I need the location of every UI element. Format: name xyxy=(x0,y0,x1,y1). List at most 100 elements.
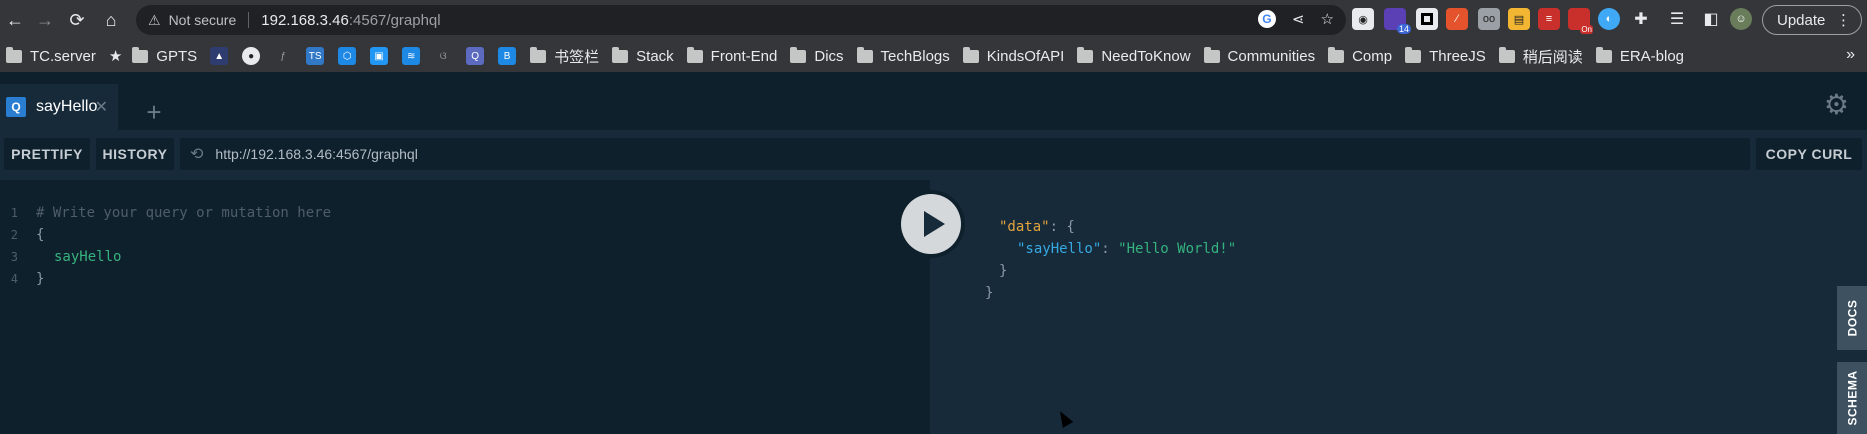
result-punct: : { xyxy=(1049,219,1075,235)
reading-list-icon[interactable]: ☰ xyxy=(1666,8,1688,30)
update-button[interactable]: Update ⋮ xyxy=(1762,5,1862,35)
result-key-sayhello: "sayHello" xyxy=(1017,241,1102,257)
bookmark-folder-communities[interactable]: Communities xyxy=(1203,46,1315,65)
bookmark-folder-kindsofapi[interactable]: KindsOfAPI xyxy=(962,46,1064,65)
extension-square-icon[interactable] xyxy=(1416,8,1438,30)
bookmark-folder-threejs[interactable]: ThreeJS xyxy=(1405,46,1486,65)
bookmark-label: TC.server xyxy=(30,47,96,65)
tab-sayhello[interactable]: Q sayHello ✕ xyxy=(0,84,118,130)
endpoint-input[interactable] xyxy=(215,146,1616,162)
share-icon[interactable]: ⋖ xyxy=(1292,10,1305,28)
query-badge: Q xyxy=(6,97,26,117)
extension-face-icon[interactable]: ◉ xyxy=(1352,8,1374,30)
bookmark-label: Dics xyxy=(814,47,844,65)
folder-icon xyxy=(1328,46,1345,63)
line-number: 1 xyxy=(10,206,18,220)
docs-tab[interactable]: DOCS xyxy=(1837,286,1867,350)
folder-icon xyxy=(686,46,703,63)
reload-button[interactable]: ⟳ xyxy=(62,5,92,35)
bookmark-folder-read-later[interactable]: 稍后阅读 xyxy=(1498,46,1583,67)
playground-url-bar: PRETTIFY HISTORY ⟲ COPY CURL xyxy=(0,130,1867,180)
result-line: "data": { xyxy=(999,216,1075,238)
bookmark-folder-stack[interactable]: Stack xyxy=(612,46,674,65)
extension-notes-icon[interactable]: ≡ xyxy=(1538,8,1560,30)
bookmark-folder-era-blog[interactable]: ERA-blog xyxy=(1595,46,1684,65)
bookmarks-overflow-icon[interactable]: » xyxy=(1846,46,1855,64)
folder-icon xyxy=(612,46,629,63)
result-line: } xyxy=(999,260,1007,282)
endpoint-field: ⟲ xyxy=(180,138,1750,170)
extension-eyes-icon[interactable]: oo xyxy=(1478,8,1500,30)
update-label: Update xyxy=(1777,11,1826,29)
result-brace: } xyxy=(985,285,994,301)
google-lens-icon[interactable]: G xyxy=(1257,10,1276,28)
line-number: 4 xyxy=(10,272,18,286)
editor-line: 2 { xyxy=(0,224,45,246)
execute-query-button[interactable] xyxy=(897,190,965,258)
bookmark-folder-techblogs[interactable]: TechBlogs xyxy=(856,46,950,65)
bookmark-favicon-icon[interactable]: ▲ xyxy=(210,47,229,65)
browser-chrome: ← → ⟳ ⌂ ⚠ Not secure 192.168.3.46 :4567/… xyxy=(0,0,1867,72)
back-button[interactable]: ← xyxy=(0,5,30,35)
query-editor[interactable]: 1 # Write your query or mutation here 2 … xyxy=(0,180,930,434)
bookmark-favicon-icon[interactable]: ƒ xyxy=(274,47,292,65)
menu-dots-icon[interactable]: ⋮ xyxy=(1836,11,1851,29)
bookmark-folder-shuqian[interactable]: 书签栏 xyxy=(530,46,599,67)
docs-label: DOCS xyxy=(1845,299,1860,337)
settings-gear-icon[interactable]: ⚙ xyxy=(1824,88,1849,121)
schema-tab[interactable]: SCHEMA xyxy=(1837,362,1867,434)
editor-line: 1 # Write your query or mutation here xyxy=(0,202,331,224)
result-line: } xyxy=(985,282,993,304)
editor-brace: { xyxy=(36,227,45,243)
close-icon[interactable]: ✕ xyxy=(95,97,108,117)
extension-clipboard-icon[interactable]: ▤ xyxy=(1508,8,1530,30)
extension-on-icon[interactable]: On xyxy=(1568,8,1593,34)
address-separator xyxy=(248,12,250,28)
bookmark-folder-needtoknow[interactable]: NeedToKnow xyxy=(1077,46,1191,65)
address-bar[interactable]: ⚠ Not secure 192.168.3.46 :4567/graphql … xyxy=(136,5,1346,35)
bookmark-gpts[interactable]: ★ GPTS xyxy=(109,46,198,65)
schema-label: SCHEMA xyxy=(1845,370,1860,426)
address-path: :4567/graphql xyxy=(348,11,441,29)
bookmark-favicon-icon[interactable]: Q xyxy=(466,47,485,65)
editor-line: 4 } xyxy=(0,268,45,290)
home-button[interactable]: ⌂ xyxy=(96,5,126,35)
bookmark-star-icon[interactable]: ☆ xyxy=(1321,10,1334,28)
bookmark-favicon-icon[interactable]: ⬡ xyxy=(338,47,357,65)
security-label[interactable]: Not secure xyxy=(169,12,237,28)
folder-icon xyxy=(1405,46,1422,63)
bookmark-tc-server[interactable]: TC.server xyxy=(6,46,96,65)
history-button[interactable]: HISTORY xyxy=(96,138,174,170)
bilibili-icon[interactable]: ▣ xyxy=(370,47,389,65)
copy-curl-button[interactable]: COPY CURL xyxy=(1756,138,1862,170)
profile-avatar[interactable]: ☺ xyxy=(1730,8,1752,30)
result-key-data: "data" xyxy=(999,219,1050,235)
bookmark-label: ThreeJS xyxy=(1429,47,1486,65)
extension-translate-icon[interactable]: ⁄ xyxy=(1446,8,1468,30)
github-icon[interactable]: ● xyxy=(242,47,261,65)
extensions-puzzle-icon[interactable]: ✚ xyxy=(1630,8,1652,30)
result-line: "sayHello": "Hello World!" xyxy=(1017,238,1236,260)
reload-schema-icon[interactable]: ⟲ xyxy=(190,144,203,164)
line-number: 3 xyxy=(10,250,18,264)
extension-color-icon[interactable]: ◐ xyxy=(1598,8,1620,30)
bookmark-favicon-icon[interactable]: ≋ xyxy=(402,47,421,65)
editor-field: sayHello xyxy=(54,249,122,265)
folder-icon xyxy=(530,46,547,63)
result-brace: } xyxy=(999,263,1008,279)
folder-icon xyxy=(1595,46,1612,63)
forward-button[interactable]: → xyxy=(30,5,60,35)
playground-tab-bar: Q sayHello ✕ + ⚙ xyxy=(0,72,1867,130)
add-tab-button[interactable]: + xyxy=(136,94,172,130)
typescript-icon[interactable]: TS xyxy=(306,47,325,65)
bookmark-folder-comp[interactable]: Comp xyxy=(1328,46,1392,65)
bookmark-favicon-icon[interactable]: B xyxy=(498,47,517,65)
bookmark-favicon-icon[interactable]: ଓ xyxy=(434,47,452,65)
browser-toolbar: ← → ⟳ ⌂ ⚠ Not secure 192.168.3.46 :4567/… xyxy=(0,0,1867,40)
bookmark-label: GPTS xyxy=(156,47,198,65)
bookmark-folder-dics[interactable]: Dics xyxy=(790,46,844,65)
extension-badge-icon[interactable]: 14 xyxy=(1384,8,1411,34)
bookmark-folder-front-end[interactable]: Front-End xyxy=(686,46,777,65)
prettify-button[interactable]: PRETTIFY xyxy=(4,138,90,170)
side-panel-icon[interactable]: ◧ xyxy=(1700,8,1722,30)
